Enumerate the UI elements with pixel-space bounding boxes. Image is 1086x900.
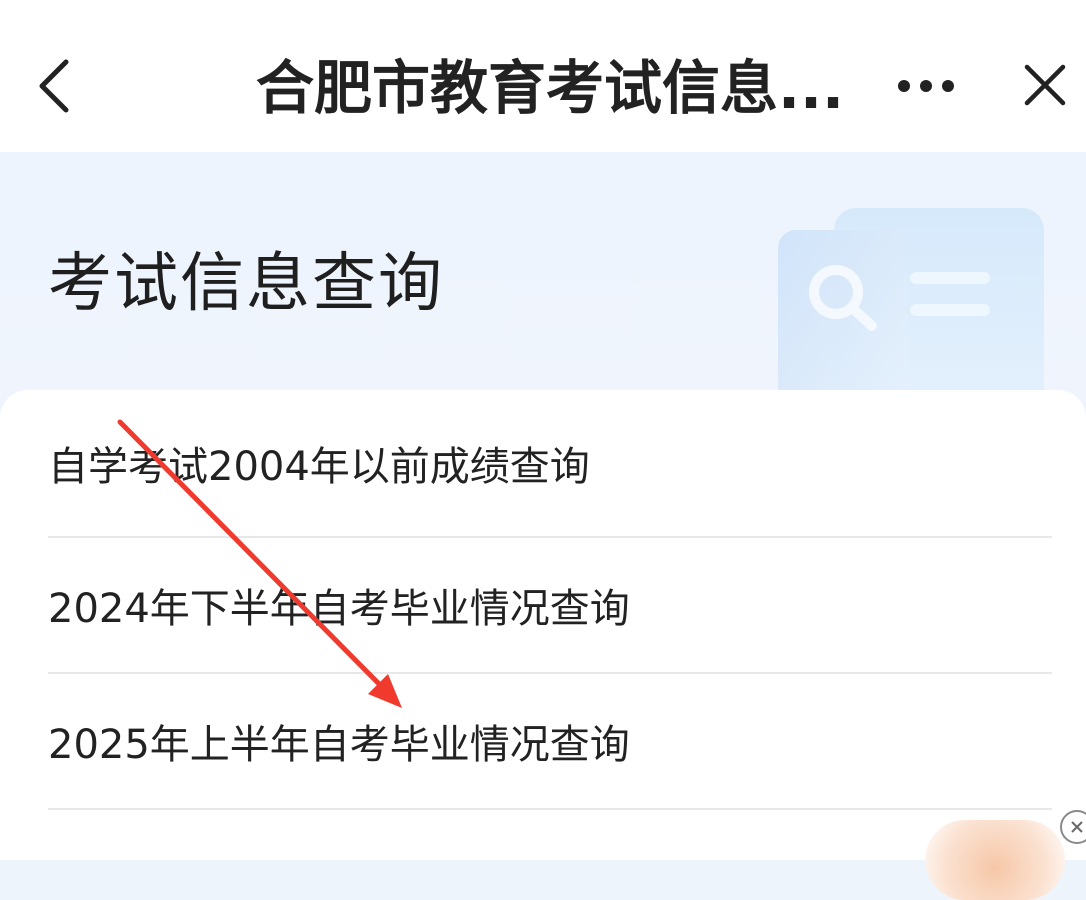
close-icon (1071, 821, 1083, 833)
close-icon (1024, 64, 1066, 106)
back-button[interactable] (22, 50, 86, 122)
hero-banner: 考试信息查询 (0, 152, 1086, 402)
more-options-button[interactable] (888, 56, 964, 116)
list-item-label: 2025年上半年自考毕业情况查询 (48, 722, 630, 768)
page-title: 合肥市教育考试信息... (255, 54, 845, 122)
floating-close-button[interactable] (1060, 810, 1086, 844)
list-item-label: 2024年下半年自考毕业情况查询 (48, 586, 630, 632)
query-list-card: 自学考试2004年以前成绩查询 2024年下半年自考毕业情况查询 2025年上半… (0, 390, 1086, 860)
list-item[interactable]: 2025年上半年自考毕业情况查询 (48, 674, 1052, 810)
more-horizontal-icon (898, 80, 954, 92)
close-button[interactable] (1012, 52, 1078, 118)
document-search-icon (778, 208, 1044, 400)
query-list: 自学考试2004年以前成绩查询 2024年下半年自考毕业情况查询 2025年上半… (48, 390, 1052, 810)
chevron-left-icon (39, 59, 69, 113)
floating-assistant-widget[interactable] (925, 820, 1065, 900)
list-item[interactable]: 2024年下半年自考毕业情况查询 (48, 538, 1052, 674)
top-navigation-bar: 合肥市教育考试信息... (0, 0, 1086, 152)
list-item-label: 自学考试2004年以前成绩查询 (48, 444, 590, 490)
hero-title: 考试信息查询 (48, 247, 444, 321)
list-item[interactable]: 自学考试2004年以前成绩查询 (48, 390, 1052, 538)
